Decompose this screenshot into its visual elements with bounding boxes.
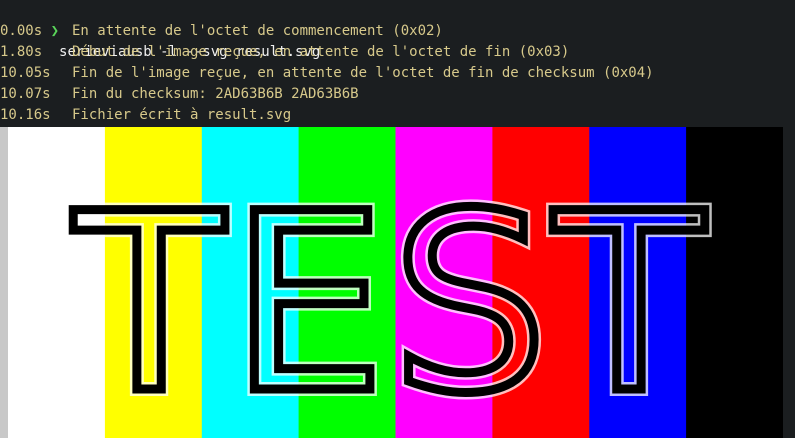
log-time: 1.80s <box>0 44 43 60</box>
log-message: Fichier écrit à result.svg <box>72 107 292 123</box>
log-line: 10.05s Fin de l'image reçue, en attente d… <box>0 63 795 84</box>
test-text: TEST <box>73 162 710 438</box>
test-pattern-svg: TEST TEST <box>0 127 795 438</box>
terminal-window: ❯ serieviausb -l --svg result.svg 0.00s E… <box>0 0 795 438</box>
log-time: 10.16s <box>0 107 51 123</box>
bar-edge <box>783 127 795 438</box>
terminal-output: ❯ serieviausb -l --svg result.svg 0.00s E… <box>0 0 795 126</box>
log-line: 1.80s Début de l'image reçue, en attente … <box>0 42 795 63</box>
log-time: 10.07s <box>0 86 51 102</box>
log-time: 10.05s <box>0 65 51 81</box>
log-message: Fin de l'image reçue, en attente de l'oc… <box>72 65 654 81</box>
rendered-test-image: TEST TEST <box>0 127 795 438</box>
log-message: Début de l'image reçue, en attente de l'… <box>72 44 570 60</box>
log-message: Fin du checksum: 2AD63B6B 2AD63B6B <box>72 86 359 102</box>
log-line: 10.07s Fin du checksum: 2AD63B6B 2AD63B6B <box>0 84 795 105</box>
log-line: 10.16s Fichier écrit à result.svg <box>0 105 795 126</box>
bar-edge <box>0 127 8 438</box>
test-lettering: TEST TEST <box>66 155 711 438</box>
log-time: 0.00s <box>0 23 43 39</box>
command-line: ❯ serieviausb -l --svg result.svg <box>0 0 795 60</box>
log-line: 0.00s En attente de l'octet de commenceme… <box>0 21 795 42</box>
log-message: En attente de l'octet de commencement (0… <box>72 23 443 39</box>
